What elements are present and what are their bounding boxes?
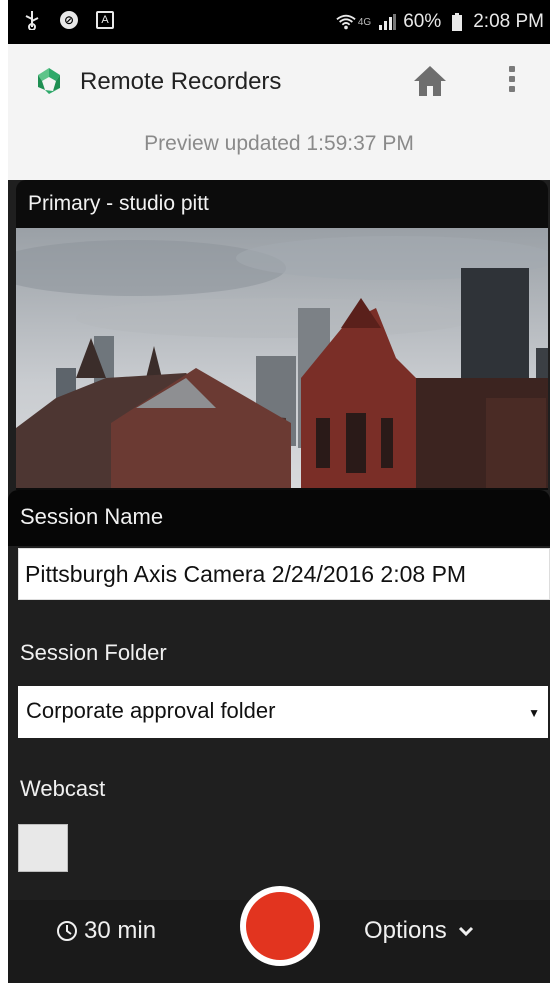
duration-button[interactable]: 30 min (56, 917, 156, 945)
session-form: Session Name Pittsburgh Axis Camera 2/24… (8, 490, 550, 900)
app-logo-icon (38, 68, 60, 94)
webcast-checkbox[interactable] (18, 824, 68, 872)
chevron-down-icon (458, 926, 473, 937)
battery-icon (447, 12, 467, 32)
record-indicator (246, 892, 314, 960)
preview-strip: Preview updated 1:59:37 PM (8, 118, 550, 180)
status-left-icons: ⊘ A (22, 10, 114, 30)
options-label: Options (364, 917, 447, 944)
camera-preview-card[interactable]: Primary - studio pitt (16, 180, 548, 498)
app-screen: ⊘ A 4G 60% 2:08 PM Remote Recorders Prev… (8, 0, 550, 983)
recording-controls: 30 min Options (8, 886, 550, 983)
app-title: Remote Recorders (80, 68, 282, 95)
status-bar: ⊘ A 4G 60% 2:08 PM (8, 0, 550, 44)
session-folder-value: Corporate approval folder (26, 698, 276, 723)
more-vert-icon[interactable] (506, 62, 518, 102)
record-button[interactable] (240, 886, 320, 966)
camera-label: Primary - studio pitt (28, 192, 209, 215)
session-name-label: Session Name (20, 504, 164, 529)
usb-icon (22, 10, 42, 30)
battery-percent: 60% (403, 11, 442, 32)
signal-icon (377, 12, 397, 32)
camera-preview-image (16, 228, 548, 488)
session-folder-select[interactable]: Corporate approval folder ▼ (18, 686, 548, 738)
webcast-label: Webcast (20, 776, 106, 801)
wifi-icon (336, 12, 356, 32)
network-label: 4G (357, 16, 372, 28)
status-time: 2:08 PM (473, 11, 544, 32)
app-bar: Remote Recorders (8, 44, 550, 119)
preview-updated-text: Preview updated 1:59:37 PM (144, 132, 414, 155)
dropdown-caret-icon: ▼ (528, 706, 540, 720)
session-name-input[interactable]: Pittsburgh Axis Camera 2/24/2016 2:08 PM (18, 548, 550, 600)
status-right-icons: 4G 60% 2:08 PM (336, 11, 544, 33)
session-folder-label: Session Folder (20, 640, 167, 665)
duration-label: 30 min (84, 917, 157, 944)
clock-icon (57, 921, 77, 941)
text-icon: A (96, 11, 114, 29)
home-icon[interactable] (412, 64, 448, 98)
no-disturb-icon: ⊘ (60, 11, 78, 29)
options-button[interactable]: Options (364, 917, 475, 945)
